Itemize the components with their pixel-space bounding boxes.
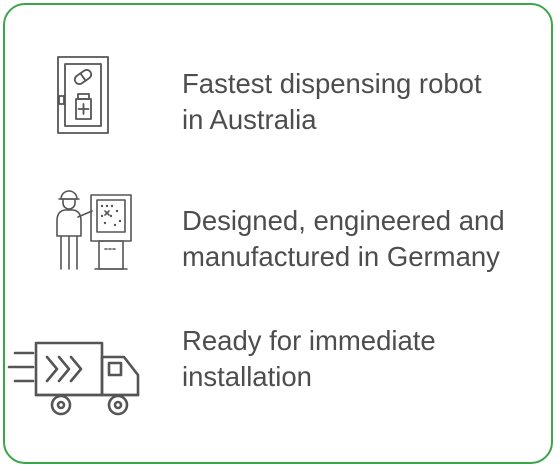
feature-item-germany: Designed, engineered and manufactured in… [5, 181, 551, 291]
feature-text: Ready for immediate installation [182, 323, 436, 395]
feature-text: Fastest dispensing robot in Australia [182, 66, 482, 138]
feature-text: Designed, engineered and manufactured in… [182, 203, 505, 275]
medicine-dispenser-icon [45, 52, 165, 152]
feature-line-1: Ready for immediate [182, 325, 436, 356]
feature-line-2: in Australia [182, 104, 317, 135]
engineer-at-machine-icon [45, 181, 165, 281]
feature-line-2: manufactured in Germany [182, 241, 500, 272]
feature-line-1: Designed, engineered and [182, 205, 505, 236]
feature-line-1: Fastest dispensing robot [182, 68, 482, 99]
feature-item-installation: Ready for immediate installation [5, 325, 551, 445]
feature-line-2: installation [182, 361, 312, 392]
fast-delivery-truck-icon [5, 335, 140, 435]
feature-card: Fastest dispensing robot in Australia De… [3, 3, 553, 464]
feature-item-dispensing: Fastest dispensing robot in Australia [5, 52, 551, 162]
